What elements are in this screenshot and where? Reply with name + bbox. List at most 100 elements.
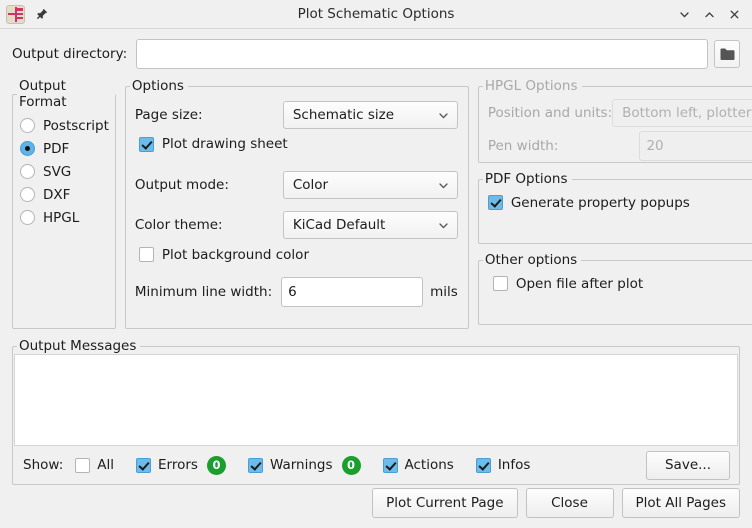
hpgl-position-units-row: Position and units: Bottom left, plotter… — [488, 97, 752, 129]
radio-svg-indicator — [20, 164, 35, 179]
filter-errors-indicator — [136, 458, 151, 473]
radio-hpgl-indicator — [20, 210, 35, 225]
filter-warnings-badge: 0 — [342, 456, 361, 475]
kicad-eeschema-icon — [6, 5, 25, 24]
page-size-combo[interactable]: Schematic size — [283, 101, 458, 129]
radio-hpgl[interactable]: HPGL — [20, 206, 109, 229]
radio-postscript[interactable]: Postscript — [20, 114, 109, 137]
options-group: Options Page size: Schematic size Plot d… — [125, 78, 469, 329]
filter-all-indicator — [75, 458, 90, 473]
output-mode-combo[interactable]: Color — [283, 171, 458, 199]
browse-folder-button[interactable] — [714, 40, 740, 68]
plot-background-color-label: Plot background color — [162, 247, 309, 263]
chevron-down-icon — [437, 219, 450, 232]
output-directory-label: Output directory: — [12, 46, 127, 62]
main-options-area: Output Format Postscript PDF SVG DXF HPG… — [0, 69, 752, 329]
pin-icon[interactable] — [34, 7, 49, 22]
output-mode-value: Color — [293, 177, 431, 193]
right-options-column: HPGL Options Position and units: Bottom … — [478, 78, 752, 325]
radio-postscript-indicator — [20, 118, 35, 133]
hpgl-options-legend: HPGL Options — [483, 78, 582, 94]
filter-actions[interactable]: Actions — [383, 457, 454, 473]
maximize-button[interactable] — [698, 3, 720, 25]
plot-drawing-sheet-label: Plot drawing sheet — [162, 136, 288, 152]
close-button[interactable] — [723, 3, 745, 25]
pdf-options-group: PDF Options Generate property popups — [478, 171, 752, 244]
generate-property-popups-label: Generate property popups — [511, 195, 690, 211]
minimum-line-width-row: Minimum line width: mils — [135, 276, 458, 308]
plot-drawing-sheet-indicator — [139, 137, 154, 152]
minimum-line-width-unit: mils — [430, 284, 458, 300]
message-filter-row: Show: All Errors 0 Warnings 0 — [13, 446, 739, 484]
hpgl-position-units-label: Position and units: — [488, 105, 612, 121]
other-options-group: Other options Open file after plot — [478, 252, 752, 325]
radio-pdf[interactable]: PDF — [20, 137, 109, 160]
filter-actions-indicator — [383, 458, 398, 473]
output-format-legend: Output Format — [17, 78, 115, 110]
title-bar: Plot Schematic Options — [0, 0, 752, 29]
color-theme-row: Color theme: KiCad Default — [135, 209, 458, 241]
filter-infos-indicator — [476, 458, 491, 473]
filter-all[interactable]: All — [75, 457, 114, 473]
options-legend: Options — [130, 78, 188, 94]
plot-drawing-sheet-checkbox[interactable]: Plot drawing sheet — [139, 131, 458, 157]
window-controls — [673, 3, 752, 25]
generate-property-popups-indicator — [488, 195, 503, 210]
hpgl-pen-width-input — [639, 131, 752, 161]
page-size-label: Page size: — [135, 107, 203, 123]
hpgl-pen-width-label: Pen width: — [488, 138, 559, 154]
other-options-legend: Other options — [483, 252, 581, 268]
hpgl-options-group: HPGL Options Position and units: Bottom … — [478, 78, 752, 163]
radio-dxf-label: DXF — [43, 187, 70, 203]
open-file-after-plot-label: Open file after plot — [516, 276, 643, 292]
dialog-footer: Plot Current Page Close Plot All Pages — [372, 488, 740, 518]
radio-hpgl-label: HPGL — [43, 210, 79, 226]
plot-all-pages-button[interactable]: Plot All Pages — [622, 488, 740, 518]
filter-all-label: All — [97, 457, 114, 473]
radio-pdf-indicator — [20, 141, 35, 156]
minimize-button[interactable] — [673, 3, 695, 25]
plot-current-page-button[interactable]: Plot Current Page — [372, 488, 517, 518]
filter-warnings-label: Warnings — [270, 457, 333, 473]
page-size-value: Schematic size — [293, 107, 431, 123]
save-messages-button[interactable]: Save... — [646, 451, 730, 480]
plot-background-color-indicator — [139, 247, 154, 262]
output-directory-input[interactable] — [136, 39, 708, 69]
radio-dxf-indicator — [20, 187, 35, 202]
title-bar-left — [0, 5, 49, 24]
pdf-options-legend: PDF Options — [483, 171, 572, 187]
chevron-down-icon — [437, 109, 450, 122]
color-theme-label: Color theme: — [135, 217, 223, 233]
generate-property-popups-checkbox[interactable]: Generate property popups — [488, 191, 752, 214]
filter-errors[interactable]: Errors 0 — [136, 456, 226, 475]
output-messages-group: Output Messages Show: All Errors 0 Warni… — [12, 338, 740, 485]
color-theme-value: KiCad Default — [293, 217, 431, 233]
page-size-row: Page size: Schematic size — [135, 99, 458, 131]
minimum-line-width-input[interactable] — [281, 277, 423, 307]
filter-infos[interactable]: Infos — [476, 457, 531, 473]
filter-warnings[interactable]: Warnings 0 — [248, 456, 361, 475]
color-theme-combo[interactable]: KiCad Default — [283, 211, 458, 239]
output-format-group: Output Format Postscript PDF SVG DXF HPG… — [12, 78, 116, 329]
minimum-line-width-label: Minimum line width: — [135, 284, 272, 300]
open-file-after-plot-indicator — [493, 276, 508, 291]
output-mode-row: Output mode: Color — [135, 169, 458, 201]
radio-pdf-label: PDF — [43, 141, 69, 157]
open-file-after-plot-checkbox[interactable]: Open file after plot — [493, 272, 752, 295]
output-messages-textarea[interactable] — [14, 354, 738, 446]
radio-dxf[interactable]: DXF — [20, 183, 109, 206]
show-label: Show: — [23, 457, 63, 473]
output-messages-wrap: Output Messages Show: All Errors 0 Warni… — [0, 329, 752, 485]
output-mode-label: Output mode: — [135, 177, 229, 193]
radio-postscript-label: Postscript — [43, 118, 109, 134]
radio-svg[interactable]: SVG — [20, 160, 109, 183]
output-messages-legend: Output Messages — [17, 338, 140, 354]
filter-warnings-indicator — [248, 458, 263, 473]
close-dialog-button[interactable]: Close — [526, 488, 614, 518]
folder-icon — [720, 48, 735, 61]
hpgl-position-units-value: Bottom left, plotter units — [622, 105, 752, 121]
plot-background-color-checkbox[interactable]: Plot background color — [139, 241, 458, 268]
filter-errors-badge: 0 — [207, 456, 226, 475]
filter-errors-label: Errors — [158, 457, 198, 473]
filter-actions-label: Actions — [405, 457, 454, 473]
